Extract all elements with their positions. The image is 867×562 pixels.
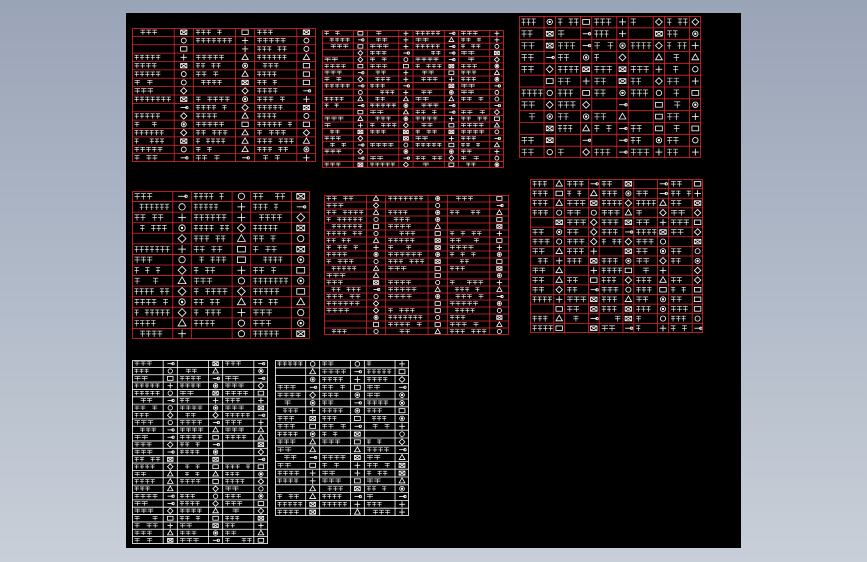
legend-table-2[interactable]: [322, 30, 504, 168]
legend-6-drawing: [530, 179, 703, 333]
legend-table-6[interactable]: [530, 179, 703, 333]
legend-table-7[interactable]: [132, 360, 268, 544]
legend-4-drawing: [132, 191, 310, 339]
legend-table-5[interactable]: [324, 195, 509, 335]
legend-5-drawing: [324, 195, 509, 335]
legend-2-drawing: [322, 30, 504, 168]
drawing-viewport[interactable]: [126, 13, 741, 548]
legend-3-drawing: [519, 16, 701, 158]
legend-table-1[interactable]: [132, 28, 316, 162]
legend-8-drawing: [275, 360, 409, 516]
legend-table-4[interactable]: [132, 191, 310, 339]
legend-table-8[interactable]: [275, 360, 409, 516]
legend-1-drawing: [132, 28, 316, 162]
legend-table-3[interactable]: [519, 16, 701, 158]
legend-7-drawing: [132, 360, 268, 544]
